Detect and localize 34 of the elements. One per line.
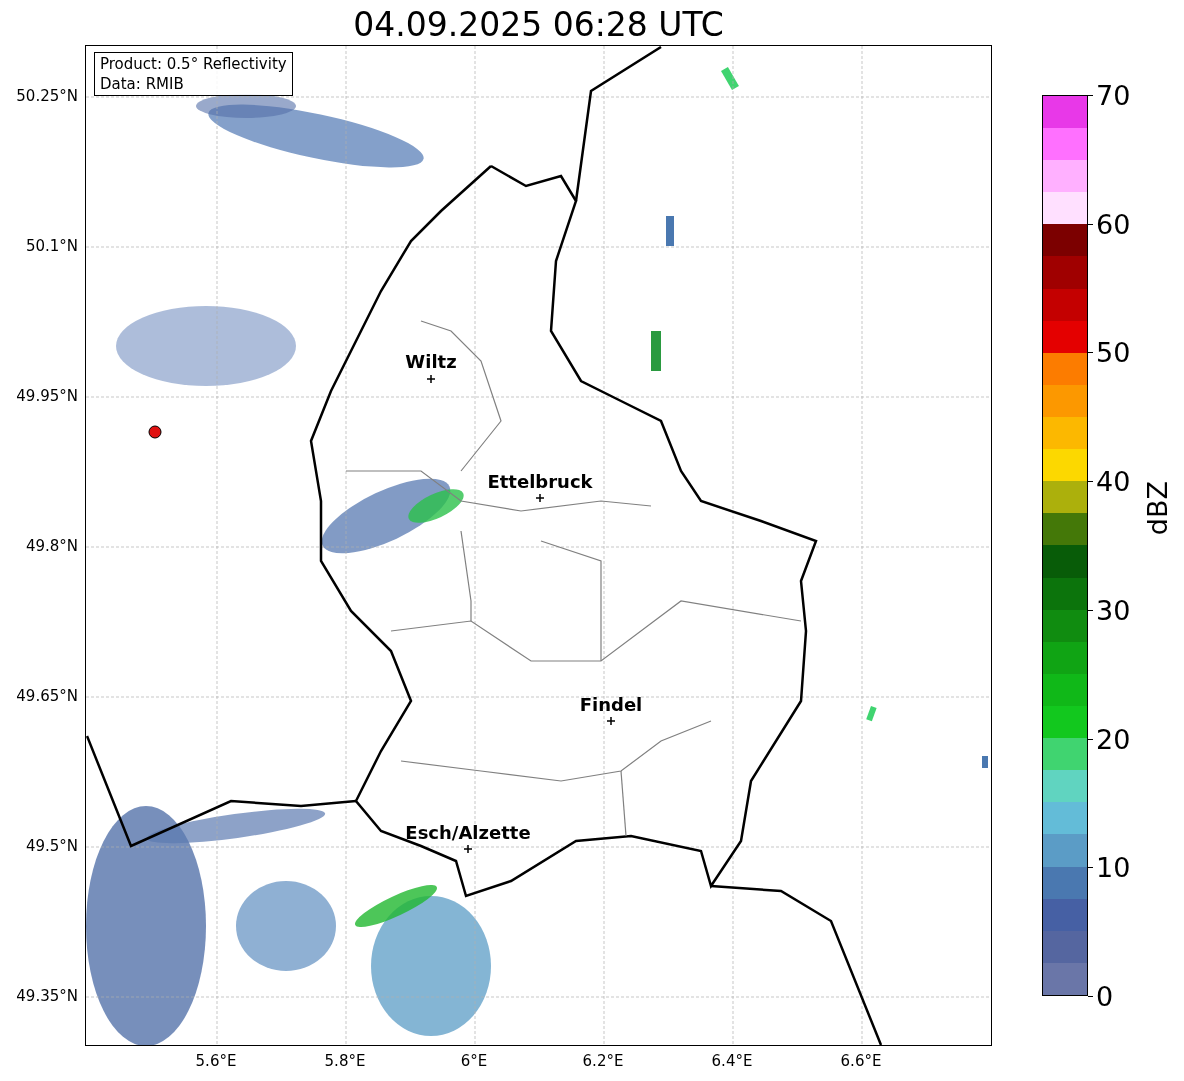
city-label: Wiltz — [405, 350, 457, 374]
axis-tick-label: 49.95°N — [16, 385, 78, 407]
axis-tick-label: 50.25°N — [16, 85, 78, 107]
axis-tick-label: 6.2°E — [582, 1051, 624, 1072]
chart-title: 04.09.2025 06:28 UTC — [352, 4, 725, 45]
axis-tick-label: 49.8°N — [25, 535, 78, 557]
axis-tick-label: 49.5°N — [25, 835, 78, 857]
city-label: Findel — [579, 693, 643, 717]
radar-site-icon — [148, 425, 162, 439]
city-marker-icon — [606, 716, 616, 726]
legend-text: Data: RMIB — [100, 74, 185, 94]
axis-tick-label: 49.65°N — [16, 685, 78, 707]
legend-text: Product: 0.5° Reflectivity — [100, 54, 287, 74]
axis-tick-label: 6°E — [460, 1051, 488, 1072]
colorbar-tick-label: 40 — [1096, 467, 1131, 495]
axis-tick-label: 6.6°E — [840, 1051, 882, 1072]
axis-tick-label: 50.1°N — [25, 235, 78, 257]
colorbar-tick-label: 0 — [1096, 982, 1114, 1010]
colorbar-tick-label: 20 — [1096, 725, 1131, 753]
city-marker-icon — [463, 844, 473, 854]
colorbar-tick-label: 10 — [1096, 853, 1131, 881]
city-label: Esch/Alzette — [405, 821, 531, 845]
colorbar-tick-label: 70 — [1096, 81, 1131, 109]
axis-tick-label: 6.4°E — [711, 1051, 753, 1072]
city-label: Ettelbruck — [487, 470, 593, 494]
city-marker-icon — [535, 493, 545, 503]
city-marker-icon — [426, 374, 436, 384]
axis-tick-label: 5.6°E — [195, 1051, 237, 1072]
colorbar-label: dBZ — [1144, 481, 1171, 536]
colorbar-tick-label: 60 — [1096, 210, 1131, 238]
colorbar-tick-label: 30 — [1096, 596, 1131, 624]
axis-tick-label: 5.8°E — [324, 1051, 366, 1072]
colorbar-tick-label: 50 — [1096, 338, 1131, 366]
axis-tick-label: 49.35°N — [16, 985, 78, 1007]
